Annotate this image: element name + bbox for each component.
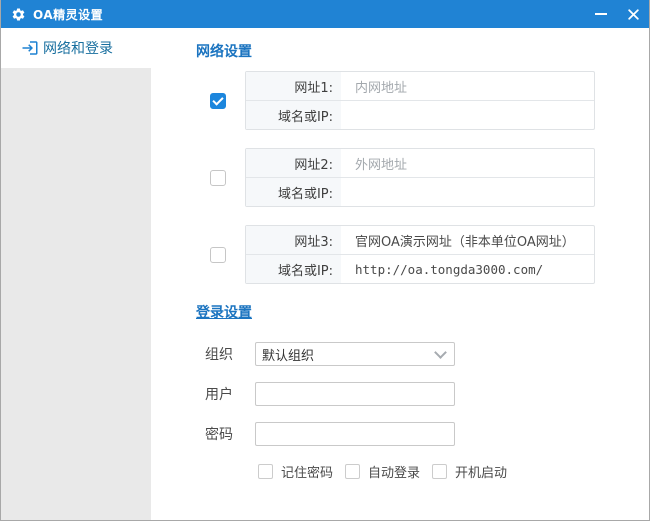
network-entry-3: 网址3: 官网OA演示网址（非本单位OA网址） 域名或IP: http://oa… <box>196 225 649 284</box>
option-label: 开机启动 <box>455 462 507 481</box>
network-entry-1-checkbox[interactable] <box>210 93 226 109</box>
auto-login-checkbox[interactable] <box>345 464 360 479</box>
network-entry-1-table: 网址1: 内网地址 域名或IP: <box>245 71 595 130</box>
close-icon <box>628 9 639 20</box>
password-input[interactable] <box>255 422 455 446</box>
ip-value-field[interactable] <box>341 178 594 206</box>
url-label: 网址2: <box>246 149 341 177</box>
password-label: 密码 <box>196 424 255 444</box>
start-on-boot-checkbox[interactable] <box>432 464 447 479</box>
network-entry-2-checkbox[interactable] <box>210 170 226 186</box>
network-entry-1: 网址1: 内网地址 域名或IP: <box>196 71 649 130</box>
url-description: 外网地址 <box>341 149 594 177</box>
settings-window: OA精灵设置 网络和登录 网络设置 <box>0 0 650 521</box>
ip-label: 域名或IP: <box>246 255 341 283</box>
check-icon <box>212 94 223 105</box>
login-options-row: 记住密码 自动登录 开机启动 <box>258 462 649 481</box>
org-select-value: 默认组织 <box>262 345 314 364</box>
user-row: 用户 <box>196 382 649 406</box>
main-content: 网络设置 网址1: 内网地址 域名或IP: <box>151 28 649 520</box>
org-row: 组织 默认组织 <box>196 342 649 366</box>
network-settings-title: 网络设置 <box>196 41 649 61</box>
remember-password-checkbox[interactable] <box>258 464 273 479</box>
password-row: 密码 <box>196 422 649 446</box>
network-entry-3-checkbox[interactable] <box>210 247 226 263</box>
option-label: 自动登录 <box>368 462 420 481</box>
minimize-button[interactable] <box>585 0 617 28</box>
url-description: 内网地址 <box>341 72 594 100</box>
url-label: 网址1: <box>246 72 341 100</box>
network-entry-2-table: 网址2: 外网地址 域名或IP: <box>245 148 595 207</box>
org-label: 组织 <box>196 344 255 364</box>
url-description: 官网OA演示网址（非本单位OA网址） <box>341 226 594 254</box>
window-title: OA精灵设置 <box>33 6 103 23</box>
titlebar: OA精灵设置 <box>1 0 649 28</box>
network-entry-2: 网址2: 外网地址 域名或IP: <box>196 148 649 207</box>
sidebar: 网络和登录 <box>1 28 151 520</box>
login-icon <box>21 39 39 57</box>
option-label: 记住密码 <box>281 462 333 481</box>
minimize-icon <box>595 13 607 15</box>
chevron-down-icon <box>434 346 447 359</box>
user-input[interactable] <box>255 382 455 406</box>
ip-label: 域名或IP: <box>246 101 341 129</box>
org-select[interactable]: 默认组织 <box>255 342 455 366</box>
start-on-boot-option[interactable]: 开机启动 <box>432 462 507 481</box>
titlebar-buttons <box>585 0 649 28</box>
ip-value-field[interactable]: http://oa.tongda3000.com/ <box>341 255 594 283</box>
close-button[interactable] <box>617 0 649 28</box>
ip-value-field[interactable] <box>341 101 594 129</box>
url-label: 网址3: <box>246 226 341 254</box>
sidebar-item-label: 网络和登录 <box>43 38 113 58</box>
remember-password-option[interactable]: 记住密码 <box>258 462 333 481</box>
login-settings-title: 登录设置 <box>196 302 649 322</box>
network-entry-3-table: 网址3: 官网OA演示网址（非本单位OA网址） 域名或IP: http://oa… <box>245 225 595 284</box>
user-label: 用户 <box>196 384 255 404</box>
gear-icon <box>11 7 26 22</box>
sidebar-item-network-login[interactable]: 网络和登录 <box>1 28 151 68</box>
auto-login-option[interactable]: 自动登录 <box>345 462 420 481</box>
ip-label: 域名或IP: <box>246 178 341 206</box>
